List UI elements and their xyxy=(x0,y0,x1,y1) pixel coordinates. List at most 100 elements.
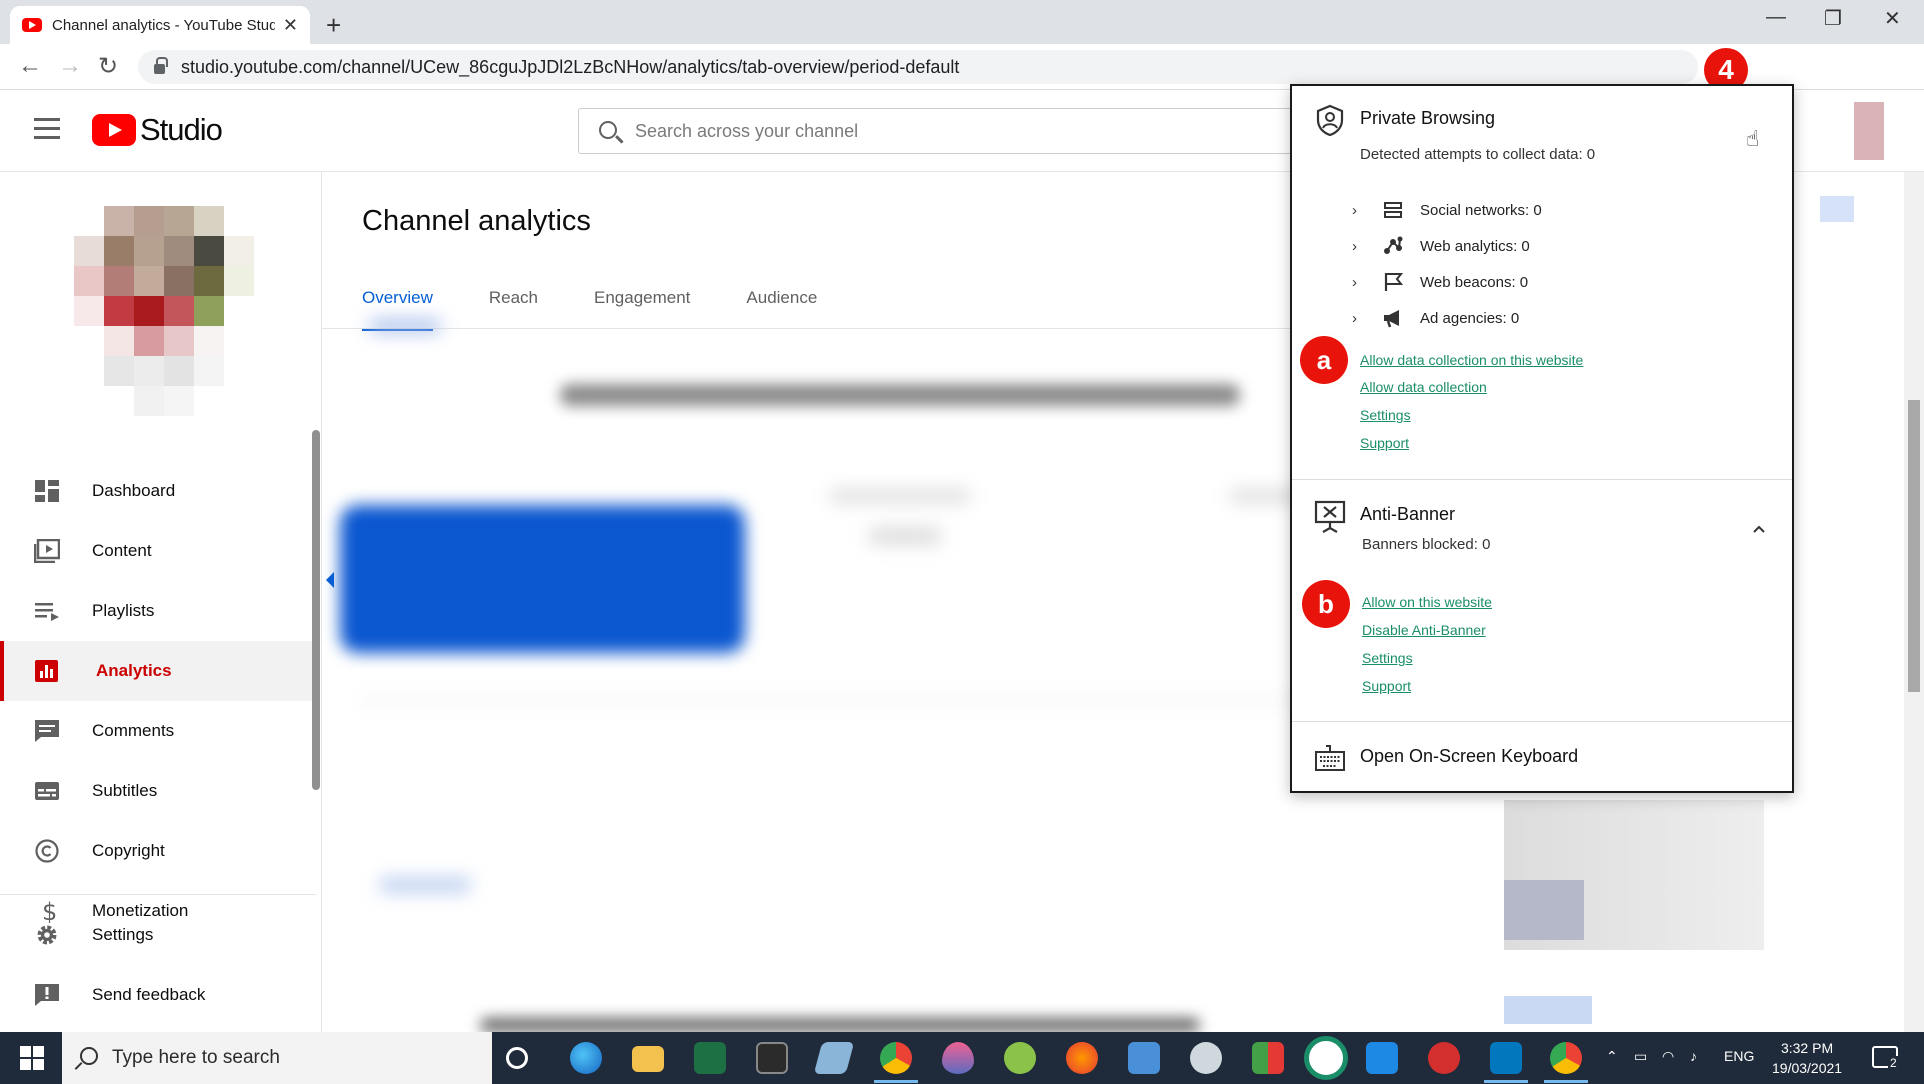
sidebar-item-comments[interactable]: Comments xyxy=(0,701,316,761)
notepad-icon[interactable] xyxy=(813,1042,855,1074)
blurred-selected-metric-card[interactable] xyxy=(340,505,745,653)
paint-palette-icon[interactable] xyxy=(1190,1042,1222,1074)
private-browsing-support-link[interactable]: Support xyxy=(1360,435,1409,451)
anti-banner-subtitle: Banners blocked: 0 xyxy=(1362,536,1491,553)
sidebar-item-label: Copyright xyxy=(92,841,165,860)
language-indicator[interactable]: ENG xyxy=(1724,1048,1754,1064)
chrome-icon[interactable] xyxy=(880,1042,912,1074)
anti-banner-settings-link[interactable]: Settings xyxy=(1362,650,1413,666)
keyboard-icon xyxy=(1315,745,1345,771)
lock-icon xyxy=(154,57,168,74)
url-field[interactable]: studio.youtube.com/channel/UCew_86cguJpJ… xyxy=(138,50,1698,84)
private-browsing-settings-link[interactable]: Settings xyxy=(1360,407,1411,423)
web-beacons-icon xyxy=(1382,270,1420,294)
subtitles-icon xyxy=(35,782,59,800)
battery-icon[interactable]: ▭ xyxy=(1634,1048,1647,1065)
page-scrollbar-thumb[interactable] xyxy=(1908,400,1920,692)
channel-search-input[interactable]: Search across your channel xyxy=(578,108,1298,154)
forward-button[interactable]: → xyxy=(58,52,82,80)
hamburger-menu-icon[interactable] xyxy=(34,118,60,145)
sidebar-item-playlists[interactable]: Playlists xyxy=(0,581,316,641)
back-button[interactable]: ← xyxy=(18,52,42,80)
anti-banner-support-link[interactable]: Support xyxy=(1362,678,1411,694)
remote-desktop-icon[interactable] xyxy=(1128,1042,1160,1074)
anti-banner-title: Anti-Banner xyxy=(1360,504,1456,524)
sidebar-item-content[interactable]: Content xyxy=(0,521,316,581)
minimize-button[interactable]: — xyxy=(1766,6,1786,29)
collapse-sidebar-icon[interactable] xyxy=(326,572,334,588)
wifi-icon[interactable]: ◠ xyxy=(1662,1048,1674,1065)
photos-icon[interactable] xyxy=(1366,1042,1398,1074)
browser-tab[interactable]: Channel analytics - YouTube Studio ✕ xyxy=(10,6,310,44)
office-lens-icon[interactable] xyxy=(1252,1042,1284,1074)
close-window-button[interactable]: ✕ xyxy=(1884,6,1901,31)
blurred-metric-value xyxy=(870,528,940,544)
open-on-screen-keyboard-button[interactable]: Open On-Screen Keyboard xyxy=(1360,746,1578,767)
android-icon[interactable] xyxy=(1004,1042,1036,1074)
page-scrollbar[interactable] xyxy=(1904,172,1924,1032)
edge-icon[interactable] xyxy=(570,1042,602,1074)
video-editor-icon[interactable] xyxy=(1490,1042,1522,1074)
sidebar-item-dashboard[interactable]: Dashboard xyxy=(0,461,316,521)
search-icon xyxy=(599,121,617,139)
tracker-row-social-networks[interactable]: › Social networks: 0 xyxy=(1352,196,1542,224)
close-tab-icon[interactable]: ✕ xyxy=(283,15,298,36)
left-navigation: Dashboard Content Playlists Analytics Co… xyxy=(0,172,322,1032)
blurred-chart-axis xyxy=(360,700,1440,702)
cortana-icon[interactable] xyxy=(506,1047,528,1069)
firefox-icon[interactable] xyxy=(1066,1042,1098,1074)
active-app-indicator xyxy=(1484,1080,1528,1083)
taskbar-clock[interactable]: 3:32 PM 19/03/2021 xyxy=(1772,1038,1842,1078)
tracker-label: Web analytics: 0 xyxy=(1420,237,1530,255)
page-title: Channel analytics xyxy=(362,205,591,237)
sidebar-item-send-feedback[interactable]: Send feedback xyxy=(0,965,316,1025)
sidebar-item-copyright[interactable]: Copyright xyxy=(0,821,316,881)
expand-chevron-icon: › xyxy=(1352,201,1357,219)
reload-button[interactable]: ↻ xyxy=(98,52,118,81)
taskbar-search-input[interactable]: Type here to search xyxy=(62,1032,492,1084)
studio-logo[interactable]: Studio xyxy=(92,112,223,148)
file-explorer-icon[interactable] xyxy=(632,1046,664,1072)
sidebar-item-label: Playlists xyxy=(92,601,155,620)
private-browsing-title: Private Browsing xyxy=(1360,108,1496,128)
allow-on-website-link[interactable]: Allow on this website xyxy=(1362,594,1492,610)
channel-avatar[interactable] xyxy=(74,206,254,416)
excel-icon[interactable] xyxy=(694,1042,726,1074)
private-browsing-shield-icon xyxy=(1316,104,1344,136)
windows-start-icon[interactable] xyxy=(20,1046,44,1070)
search-placeholder: Search across your channel xyxy=(635,120,859,141)
expand-chevron-icon: › xyxy=(1352,273,1357,291)
section-divider xyxy=(1292,479,1792,480)
tracker-row-web-beacons[interactable]: › Web beacons: 0 xyxy=(1352,268,1528,296)
chrome-profile-icon[interactable] xyxy=(1550,1042,1582,1074)
tab-reach[interactable]: Reach xyxy=(489,288,538,331)
sidebar-item-analytics[interactable]: Analytics xyxy=(0,641,316,701)
sidebar-scrollbar[interactable] xyxy=(312,430,320,790)
screen-recorder-icon[interactable] xyxy=(1428,1042,1460,1074)
terminal-icon[interactable] xyxy=(756,1042,788,1074)
tracker-row-ad-agencies[interactable]: › Ad agencies: 0 xyxy=(1352,304,1519,332)
maximize-button[interactable]: ❐ xyxy=(1824,6,1842,31)
sidebar-item-label: Settings xyxy=(92,925,154,944)
tab-title: Channel analytics - YouTube Studio xyxy=(52,16,275,34)
tab-audience[interactable]: Audience xyxy=(746,288,817,331)
notification-count: 2 xyxy=(1888,1056,1899,1070)
sidebar-item-settings[interactable]: Settings xyxy=(0,905,316,965)
tracker-row-web-analytics[interactable]: › Web analytics: 0 xyxy=(1352,232,1530,260)
sidebar-item-subtitles[interactable]: Subtitles xyxy=(0,761,316,821)
kaspersky-vpn-icon[interactable] xyxy=(1304,1036,1348,1080)
expand-chevron-icon: › xyxy=(1352,237,1357,255)
tray-overflow-icon[interactable]: ⌃ xyxy=(1606,1048,1618,1065)
blurred-account-avatar xyxy=(1854,102,1884,160)
tab-engagement[interactable]: Engagement xyxy=(594,288,690,331)
nav-divider xyxy=(0,894,316,895)
disable-anti-banner-link[interactable]: Disable Anti-Banner xyxy=(1362,622,1486,638)
paint-drop-icon[interactable] xyxy=(942,1042,974,1074)
allow-data-collection-on-website-link[interactable]: Allow data collection on this website xyxy=(1360,352,1583,368)
sidebar-item-label: Comments xyxy=(92,721,175,740)
collapse-chevron-up-icon[interactable] xyxy=(1752,524,1766,534)
allow-data-collection-link[interactable]: Allow data collection xyxy=(1360,379,1487,395)
volume-icon[interactable]: ♪ xyxy=(1690,1048,1697,1064)
new-tab-button[interactable]: + xyxy=(326,10,341,41)
active-app-indicator xyxy=(1544,1080,1588,1083)
